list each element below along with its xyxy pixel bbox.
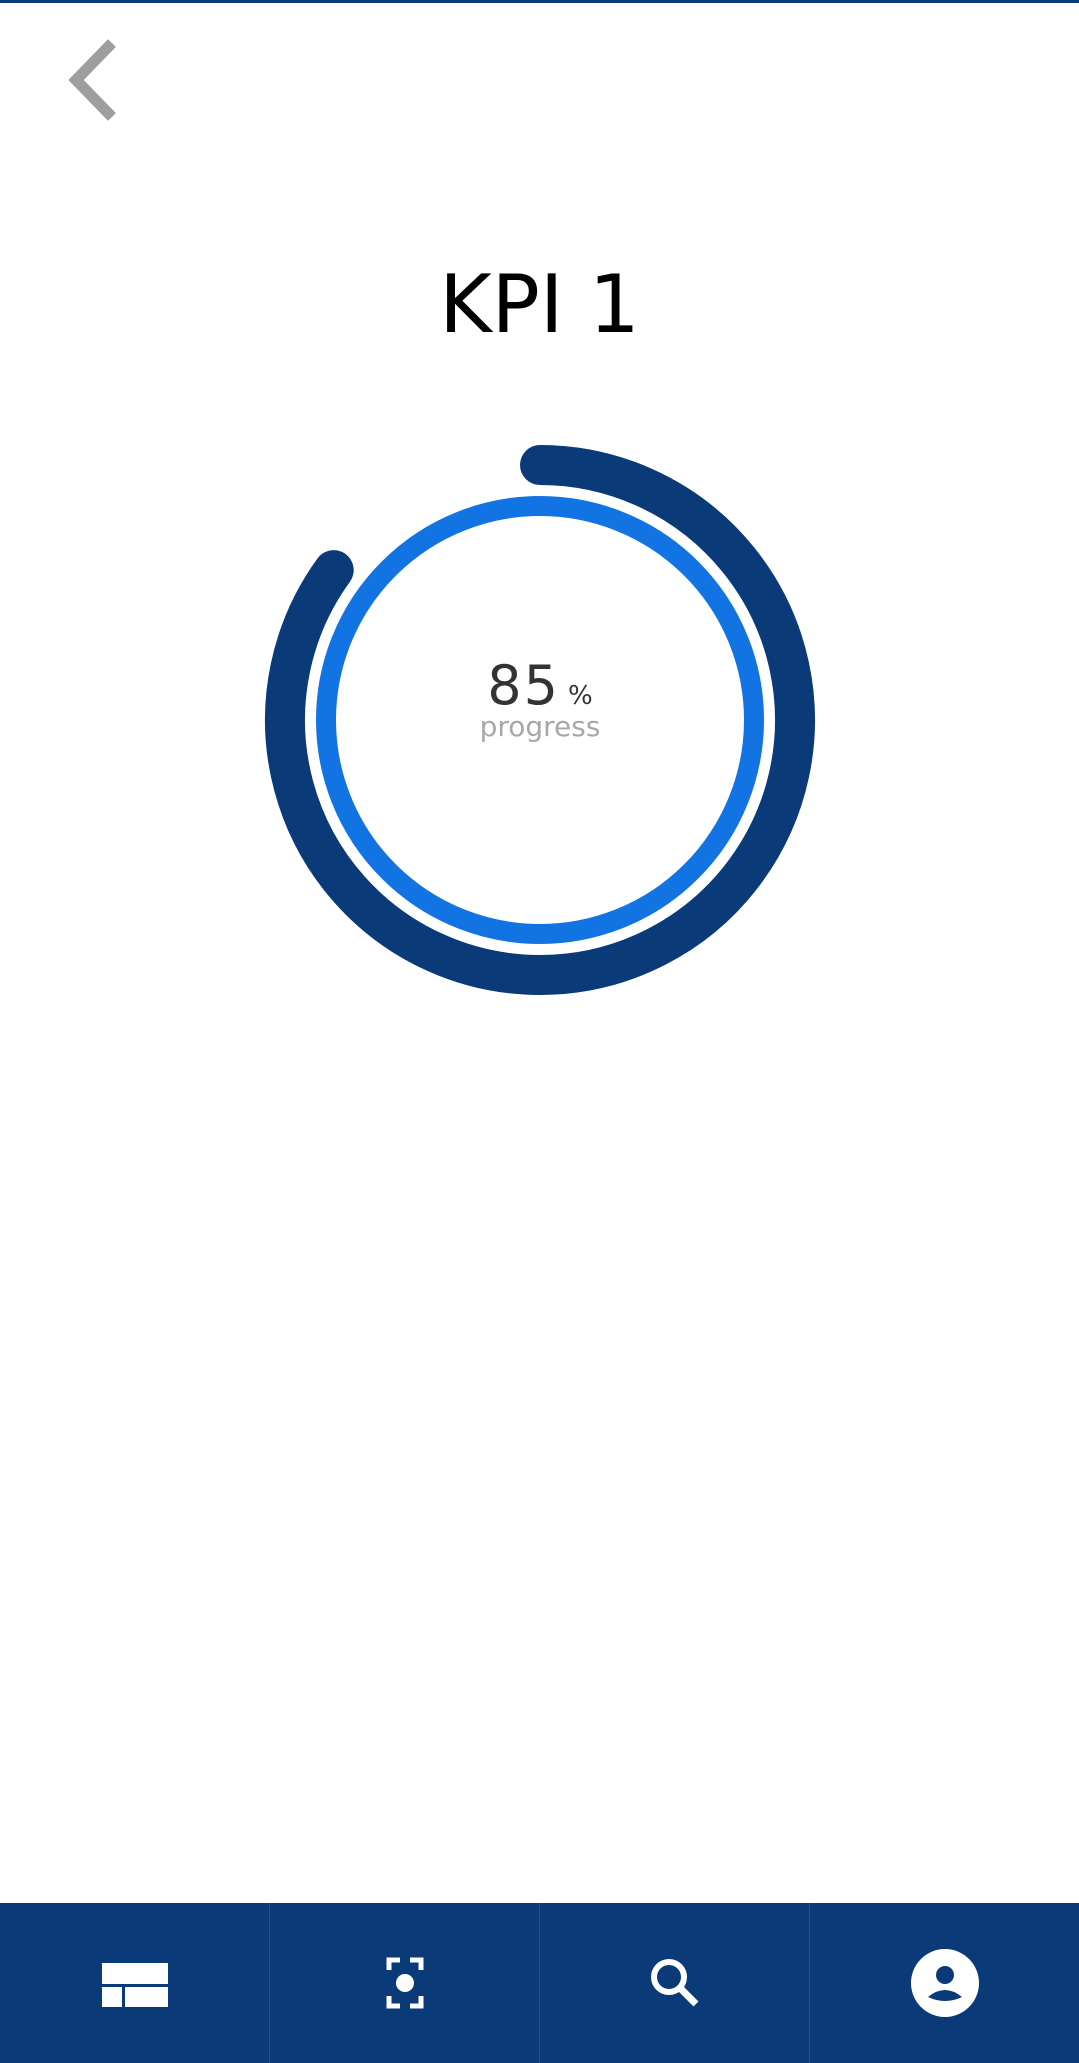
bottom-nav (0, 1903, 1079, 2063)
gauge-label: progress (479, 710, 601, 743)
nav-dashboard[interactable] (0, 1903, 270, 2063)
dashboard-icon (101, 1963, 168, 2007)
search-icon (650, 1959, 698, 2007)
scan-icon (386, 1957, 423, 2009)
page-title: KPI 1 (439, 258, 640, 351)
gauge-unit: % (568, 681, 593, 711)
gauge-value: 85 (487, 654, 560, 717)
back-button[interactable] (56, 34, 128, 126)
nav-account[interactable] (810, 1903, 1079, 2063)
gauge-readout: 85% progress (264, 656, 816, 744)
account-icon (910, 1949, 979, 2017)
nav-search[interactable] (540, 1903, 810, 2063)
nav-scan[interactable] (270, 1903, 540, 2063)
top-divider (0, 0, 1079, 3)
chevron-left-icon (68, 39, 116, 121)
